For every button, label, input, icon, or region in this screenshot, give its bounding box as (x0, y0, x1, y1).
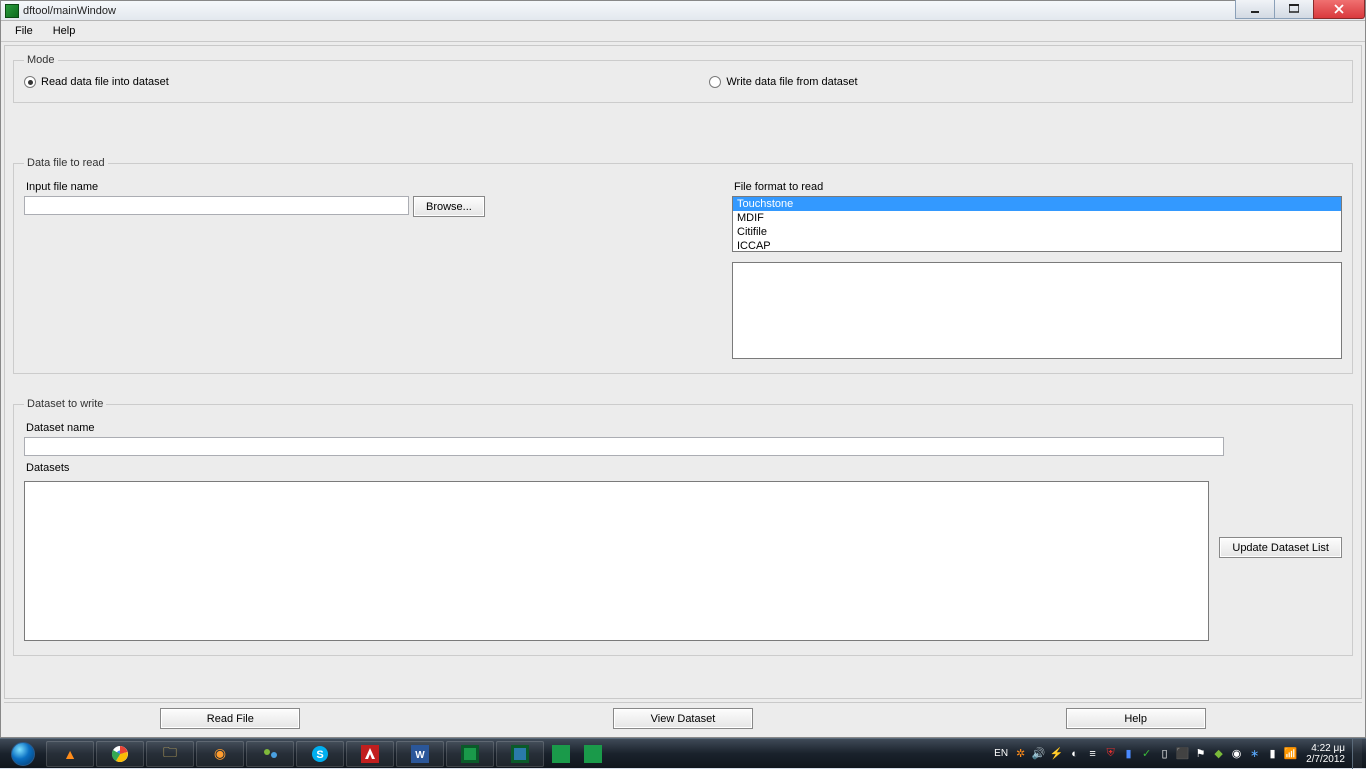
window-title: dftool/mainWindow (23, 5, 116, 17)
taskbar-app2-icon[interactable] (496, 741, 544, 767)
taskbar-chrome-icon[interactable] (96, 741, 144, 767)
footer-bar: Read File View Dataset Help (4, 702, 1362, 734)
list-item[interactable]: Citifile (733, 225, 1341, 239)
taskbar-app3-icon[interactable] (546, 741, 576, 767)
taskbar-messenger-icon[interactable] (246, 741, 294, 767)
list-item[interactable]: MDIF (733, 211, 1341, 225)
close-button[interactable] (1313, 0, 1365, 19)
menu-help[interactable]: Help (43, 23, 86, 39)
network-icon[interactable]: ▯ (1156, 745, 1173, 762)
tray-icon[interactable]: ▮ (1120, 745, 1137, 762)
tray-icon[interactable]: ✲ (1012, 745, 1029, 762)
input-file-field[interactable] (24, 196, 409, 215)
titlebar[interactable]: dftool/mainWindow (1, 1, 1365, 21)
taskbar-app4-icon[interactable] (578, 741, 608, 767)
dataset-name-label: Dataset name (26, 422, 1342, 434)
dswrite-legend: Dataset to write (24, 398, 106, 410)
list-item[interactable]: ICCAP (733, 239, 1341, 252)
signal-icon[interactable]: 📶 (1282, 745, 1299, 762)
dataset-name-field[interactable] (24, 437, 1224, 456)
battery-icon[interactable]: ▮ (1264, 745, 1281, 762)
data-file-read-group: Data file to read Input file name Browse… (13, 157, 1353, 374)
taskbar-skype-icon[interactable]: S (296, 741, 344, 767)
mode-read-radio[interactable]: Read data file into dataset (24, 76, 709, 88)
system-tray: EN ✲ 🔊 ⚡ ◐ ≡ ⛨ ▮ ✓ ▯ ⬛ ⚑ ◆ ◉ ∗ ▮ 📶 4:22 … (991, 739, 1366, 769)
mode-write-radio[interactable]: Write data file from dataset (709, 76, 1342, 88)
time-text: 4:22 μμ (1306, 743, 1345, 754)
tray-icon[interactable]: ⚡ (1048, 745, 1065, 762)
tray-icon[interactable]: ⬛ (1174, 745, 1191, 762)
app-icon (5, 4, 19, 18)
taskbar-adobe-icon[interactable] (346, 741, 394, 767)
task-icons: ▲ 🗀 ◉ S W (46, 739, 608, 769)
date-text: 2/7/2012 (1306, 754, 1345, 765)
svg-text:W: W (415, 750, 425, 761)
mode-read-label: Read data file into dataset (41, 76, 169, 88)
taskbar-word-icon[interactable]: W (396, 741, 444, 767)
taskbar-vlc-icon[interactable]: ▲ (46, 741, 94, 767)
tray-icon[interactable]: ✓ (1138, 745, 1155, 762)
mode-legend: Mode (24, 54, 58, 66)
flag-icon[interactable]: ⚑ (1192, 745, 1209, 762)
tray-icon[interactable]: ≡ (1084, 745, 1101, 762)
taskbar-explorer-icon[interactable]: 🗀 (146, 741, 194, 767)
list-item[interactable]: Touchstone (733, 197, 1341, 211)
update-dataset-list-button[interactable]: Update Dataset List (1219, 537, 1342, 558)
view-dataset-button[interactable]: View Dataset (613, 708, 753, 729)
maximize-button[interactable] (1274, 0, 1314, 19)
app-window: dftool/mainWindow File Help Mode Read da… (0, 0, 1366, 738)
show-desktop-button[interactable] (1352, 739, 1362, 769)
radio-icon (24, 76, 36, 88)
taskbar[interactable]: ▲ 🗀 ◉ S W EN ✲ 🔊 ⚡ ◐ ≡ ⛨ ▮ ✓ ▯ ⬛ ⚑ ◆ ◉ ∗… (0, 738, 1366, 768)
start-button[interactable] (0, 739, 46, 769)
tray-icon[interactable]: ◉ (1228, 745, 1245, 762)
language-indicator[interactable]: EN (991, 748, 1011, 759)
input-file-label: Input file name (26, 181, 724, 193)
browse-button[interactable]: Browse... (413, 196, 485, 217)
file-format-label: File format to read (734, 181, 1342, 193)
windows-logo-icon (11, 742, 35, 766)
mode-write-label: Write data file from dataset (726, 76, 857, 88)
tray-icon[interactable]: ⛨ (1102, 745, 1119, 762)
minimize-button[interactable] (1235, 0, 1275, 19)
volume-icon[interactable]: 🔊 (1030, 745, 1047, 762)
file-format-details-box[interactable] (732, 262, 1342, 359)
taskbar-mediaplayer-icon[interactable]: ◉ (196, 741, 244, 767)
datasets-listbox[interactable] (24, 481, 1209, 641)
menu-file[interactable]: File (5, 23, 43, 39)
menubar: File Help (1, 21, 1365, 42)
file-format-listbox[interactable]: Touchstone MDIF Citifile ICCAP (732, 196, 1342, 252)
svg-text:S: S (316, 749, 323, 761)
mode-group: Mode Read data file into dataset Write d… (13, 54, 1353, 103)
help-button[interactable]: Help (1066, 708, 1206, 729)
tray-icon[interactable]: ◐ (1066, 745, 1083, 762)
clock[interactable]: 4:22 μμ 2/7/2012 (1306, 743, 1345, 765)
taskbar-app1-icon[interactable] (446, 741, 494, 767)
tray-icon[interactable]: ◆ (1210, 745, 1227, 762)
dfread-legend: Data file to read (24, 157, 108, 169)
main-panel: Mode Read data file into dataset Write d… (4, 45, 1362, 699)
radio-icon (709, 76, 721, 88)
bluetooth-icon[interactable]: ∗ (1246, 745, 1263, 762)
datasets-label: Datasets (26, 462, 1342, 474)
dataset-write-group: Dataset to write Dataset name Datasets U… (13, 398, 1353, 656)
read-file-button[interactable]: Read File (160, 708, 300, 729)
